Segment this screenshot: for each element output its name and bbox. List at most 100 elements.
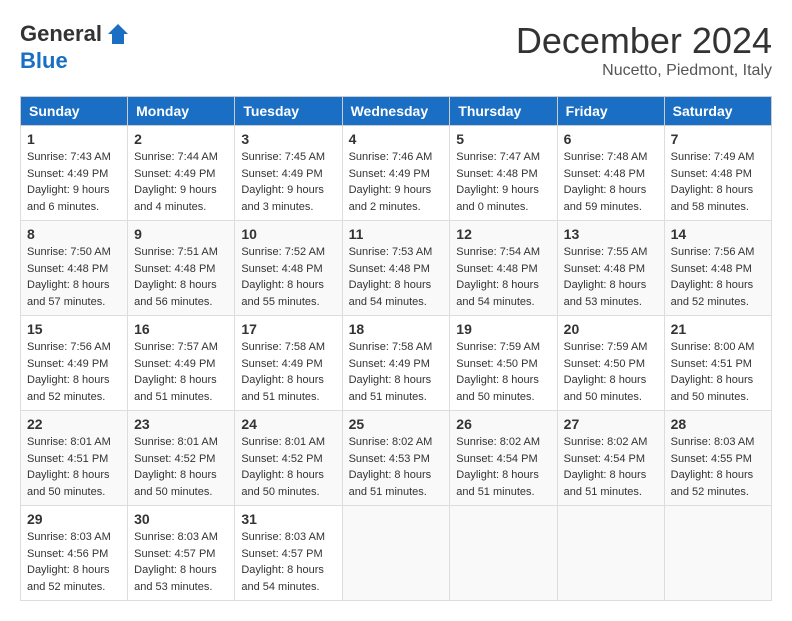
col-friday: Friday — [557, 97, 664, 126]
day-info: Sunrise: 7:43 AMSunset: 4:49 PMDaylight:… — [27, 151, 111, 213]
calendar-header-row: Sunday Monday Tuesday Wednesday Thursday… — [21, 97, 772, 126]
day-info: Sunrise: 7:59 AMSunset: 4:50 PMDaylight:… — [564, 341, 648, 403]
month-title: December 2024 — [516, 20, 772, 62]
day-info: Sunrise: 7:49 AMSunset: 4:48 PMDaylight:… — [671, 151, 755, 213]
table-row: 1 Sunrise: 7:43 AMSunset: 4:49 PMDayligh… — [21, 126, 128, 221]
location-subtitle: Nucetto, Piedmont, Italy — [516, 62, 772, 80]
page-header: General Blue December 2024 Nucetto, Pied… — [20, 20, 772, 80]
title-block: December 2024 Nucetto, Piedmont, Italy — [516, 20, 772, 80]
day-number: 26 — [456, 416, 550, 432]
table-row: 6 Sunrise: 7:48 AMSunset: 4:48 PMDayligh… — [557, 126, 664, 221]
table-row: 18 Sunrise: 7:58 AMSunset: 4:49 PMDaylig… — [342, 316, 450, 411]
day-info: Sunrise: 7:51 AMSunset: 4:48 PMDaylight:… — [134, 246, 218, 308]
empty-cell — [557, 506, 664, 601]
calendar-week-row: 1 Sunrise: 7:43 AMSunset: 4:49 PMDayligh… — [21, 126, 772, 221]
day-info: Sunrise: 7:59 AMSunset: 4:50 PMDaylight:… — [456, 341, 540, 403]
calendar-week-row: 15 Sunrise: 7:56 AMSunset: 4:49 PMDaylig… — [21, 316, 772, 411]
day-info: Sunrise: 7:58 AMSunset: 4:49 PMDaylight:… — [349, 341, 433, 403]
day-info: Sunrise: 7:54 AMSunset: 4:48 PMDaylight:… — [456, 246, 540, 308]
table-row: 13 Sunrise: 7:55 AMSunset: 4:48 PMDaylig… — [557, 221, 664, 316]
day-number: 5 — [456, 131, 550, 147]
table-row: 28 Sunrise: 8:03 AMSunset: 4:55 PMDaylig… — [664, 411, 771, 506]
day-number: 29 — [27, 511, 121, 527]
table-row: 31 Sunrise: 8:03 AMSunset: 4:57 PMDaylig… — [235, 506, 342, 601]
day-info: Sunrise: 8:03 AMSunset: 4:57 PMDaylight:… — [134, 531, 218, 593]
col-thursday: Thursday — [450, 97, 557, 126]
day-number: 6 — [564, 131, 658, 147]
day-info: Sunrise: 7:55 AMSunset: 4:48 PMDaylight:… — [564, 246, 648, 308]
day-number: 25 — [349, 416, 444, 432]
day-info: Sunrise: 7:45 AMSunset: 4:49 PMDaylight:… — [241, 151, 325, 213]
day-number: 3 — [241, 131, 335, 147]
day-number: 9 — [134, 226, 228, 242]
day-number: 17 — [241, 321, 335, 337]
day-number: 19 — [456, 321, 550, 337]
table-row: 15 Sunrise: 7:56 AMSunset: 4:49 PMDaylig… — [21, 316, 128, 411]
day-info: Sunrise: 8:02 AMSunset: 4:53 PMDaylight:… — [349, 436, 433, 498]
table-row: 5 Sunrise: 7:47 AMSunset: 4:48 PMDayligh… — [450, 126, 557, 221]
col-monday: Monday — [128, 97, 235, 126]
calendar-table: Sunday Monday Tuesday Wednesday Thursday… — [20, 96, 772, 601]
table-row: 19 Sunrise: 7:59 AMSunset: 4:50 PMDaylig… — [450, 316, 557, 411]
day-number: 13 — [564, 226, 658, 242]
day-info: Sunrise: 8:01 AMSunset: 4:52 PMDaylight:… — [241, 436, 325, 498]
day-info: Sunrise: 7:52 AMSunset: 4:48 PMDaylight:… — [241, 246, 325, 308]
day-info: Sunrise: 7:56 AMSunset: 4:48 PMDaylight:… — [671, 246, 755, 308]
day-number: 1 — [27, 131, 121, 147]
empty-cell — [450, 506, 557, 601]
table-row: 16 Sunrise: 7:57 AMSunset: 4:49 PMDaylig… — [128, 316, 235, 411]
day-info: Sunrise: 7:56 AMSunset: 4:49 PMDaylight:… — [27, 341, 111, 403]
day-number: 12 — [456, 226, 550, 242]
day-info: Sunrise: 7:58 AMSunset: 4:49 PMDaylight:… — [241, 341, 325, 403]
day-number: 24 — [241, 416, 335, 432]
day-number: 10 — [241, 226, 335, 242]
day-number: 18 — [349, 321, 444, 337]
day-number: 14 — [671, 226, 765, 242]
day-number: 11 — [349, 226, 444, 242]
day-info: Sunrise: 7:53 AMSunset: 4:48 PMDaylight:… — [349, 246, 433, 308]
table-row: 3 Sunrise: 7:45 AMSunset: 4:49 PMDayligh… — [235, 126, 342, 221]
empty-cell — [342, 506, 450, 601]
day-info: Sunrise: 7:48 AMSunset: 4:48 PMDaylight:… — [564, 151, 648, 213]
day-info: Sunrise: 8:00 AMSunset: 4:51 PMDaylight:… — [671, 341, 755, 403]
table-row: 22 Sunrise: 8:01 AMSunset: 4:51 PMDaylig… — [21, 411, 128, 506]
col-sunday: Sunday — [21, 97, 128, 126]
logo: General Blue — [20, 20, 132, 74]
table-row: 27 Sunrise: 8:02 AMSunset: 4:54 PMDaylig… — [557, 411, 664, 506]
table-row: 23 Sunrise: 8:01 AMSunset: 4:52 PMDaylig… — [128, 411, 235, 506]
day-number: 4 — [349, 131, 444, 147]
table-row: 11 Sunrise: 7:53 AMSunset: 4:48 PMDaylig… — [342, 221, 450, 316]
table-row: 8 Sunrise: 7:50 AMSunset: 4:48 PMDayligh… — [21, 221, 128, 316]
table-row: 14 Sunrise: 7:56 AMSunset: 4:48 PMDaylig… — [664, 221, 771, 316]
day-info: Sunrise: 8:03 AMSunset: 4:57 PMDaylight:… — [241, 531, 325, 593]
col-tuesday: Tuesday — [235, 97, 342, 126]
day-number: 30 — [134, 511, 228, 527]
day-info: Sunrise: 8:02 AMSunset: 4:54 PMDaylight:… — [456, 436, 540, 498]
day-number: 31 — [241, 511, 335, 527]
day-info: Sunrise: 8:01 AMSunset: 4:51 PMDaylight:… — [27, 436, 111, 498]
table-row: 21 Sunrise: 8:00 AMSunset: 4:51 PMDaylig… — [664, 316, 771, 411]
table-row: 7 Sunrise: 7:49 AMSunset: 4:48 PMDayligh… — [664, 126, 771, 221]
day-info: Sunrise: 8:02 AMSunset: 4:54 PMDaylight:… — [564, 436, 648, 498]
calendar-week-row: 29 Sunrise: 8:03 AMSunset: 4:56 PMDaylig… — [21, 506, 772, 601]
day-number: 23 — [134, 416, 228, 432]
day-info: Sunrise: 7:50 AMSunset: 4:48 PMDaylight:… — [27, 246, 111, 308]
logo-blue-text: Blue — [20, 48, 68, 74]
table-row: 17 Sunrise: 7:58 AMSunset: 4:49 PMDaylig… — [235, 316, 342, 411]
day-number: 22 — [27, 416, 121, 432]
table-row: 9 Sunrise: 7:51 AMSunset: 4:48 PMDayligh… — [128, 221, 235, 316]
col-wednesday: Wednesday — [342, 97, 450, 126]
calendar-week-row: 22 Sunrise: 8:01 AMSunset: 4:51 PMDaylig… — [21, 411, 772, 506]
day-number: 15 — [27, 321, 121, 337]
logo-general-text: General — [20, 21, 102, 47]
day-number: 27 — [564, 416, 658, 432]
day-info: Sunrise: 7:46 AMSunset: 4:49 PMDaylight:… — [349, 151, 433, 213]
day-number: 21 — [671, 321, 765, 337]
table-row: 20 Sunrise: 7:59 AMSunset: 4:50 PMDaylig… — [557, 316, 664, 411]
day-number: 8 — [27, 226, 121, 242]
table-row: 2 Sunrise: 7:44 AMSunset: 4:49 PMDayligh… — [128, 126, 235, 221]
day-number: 20 — [564, 321, 658, 337]
day-info: Sunrise: 7:44 AMSunset: 4:49 PMDaylight:… — [134, 151, 218, 213]
calendar-week-row: 8 Sunrise: 7:50 AMSunset: 4:48 PMDayligh… — [21, 221, 772, 316]
table-row: 24 Sunrise: 8:01 AMSunset: 4:52 PMDaylig… — [235, 411, 342, 506]
